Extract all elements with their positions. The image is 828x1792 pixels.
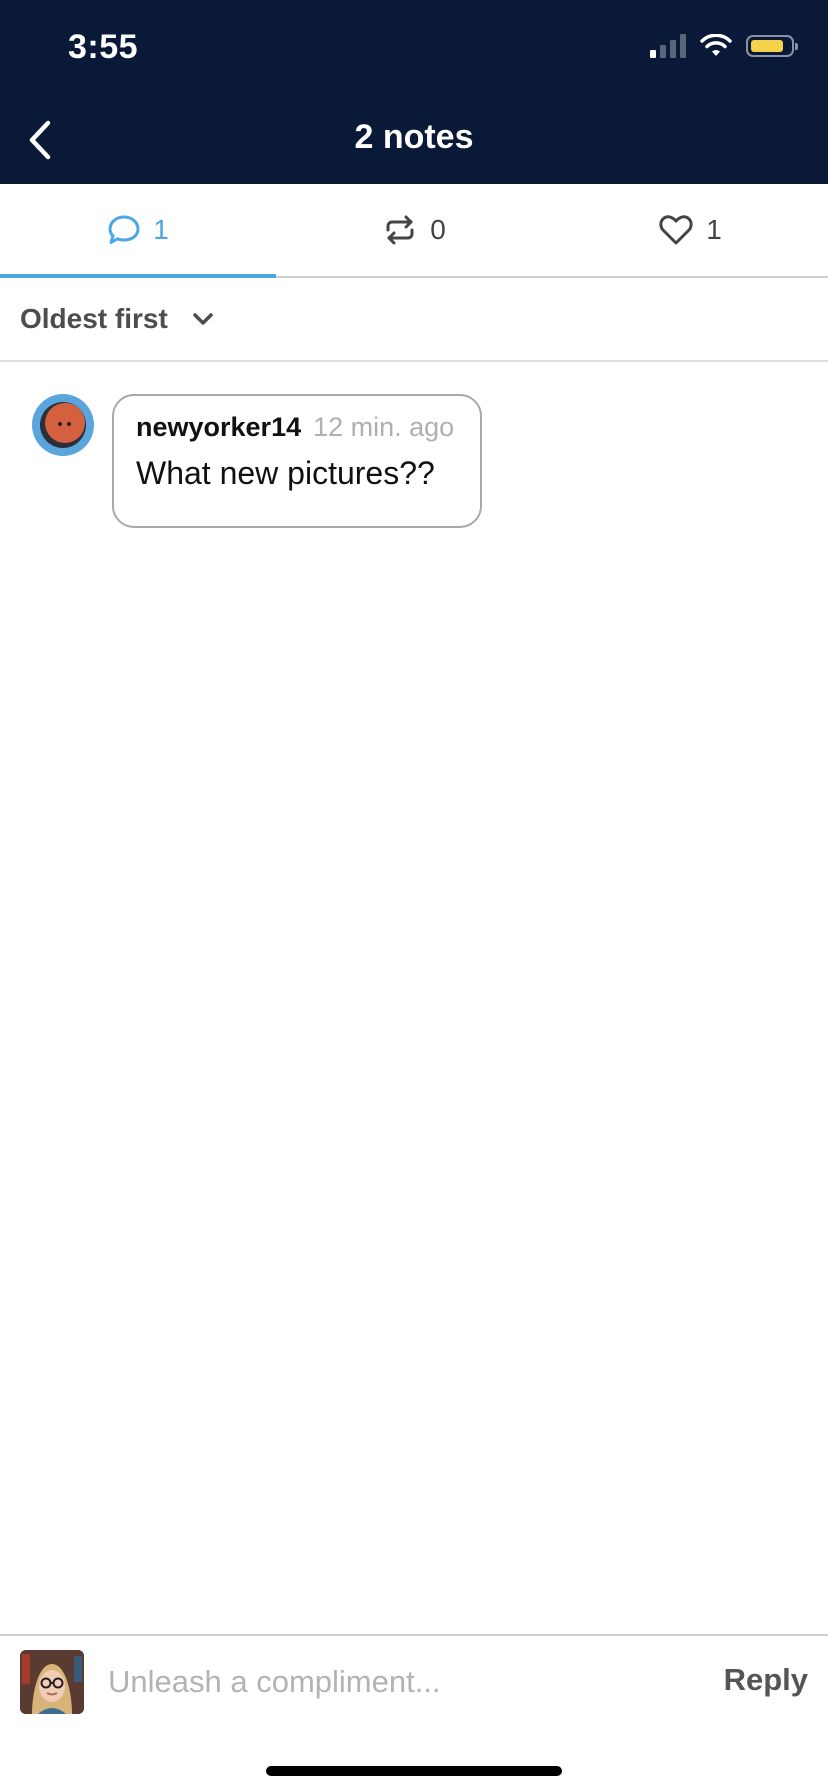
page-title: 2 notes	[354, 118, 474, 156]
heart-icon	[659, 215, 693, 245]
comment-timestamp: 12 min. ago	[313, 412, 455, 442]
sort-label: Oldest first	[20, 303, 168, 334]
comment-icon	[108, 215, 140, 244]
battery-icon	[746, 35, 798, 57]
reply-input[interactable]	[108, 1654, 668, 1710]
comment-text: What new pictures??	[136, 455, 435, 491]
home-indicator[interactable]	[266, 1766, 562, 1776]
comment-header: newyorker14 12 min. ago	[136, 412, 458, 443]
wifi-icon	[700, 34, 732, 56]
current-user-avatar	[20, 1650, 84, 1714]
comment-username[interactable]: newyorker14	[136, 412, 301, 443]
reblog-icon	[386, 215, 414, 245]
notes-tabs: 1 0 1	[0, 184, 828, 278]
status-icons	[650, 34, 798, 58]
avatar[interactable]	[32, 394, 94, 456]
reply-button[interactable]: Reply	[724, 1662, 808, 1698]
cellular-signal-icon	[650, 34, 686, 58]
sort-dropdown[interactable]: Oldest first	[0, 278, 828, 362]
comment-bubble: newyorker14 12 min. ago What new picture…	[112, 394, 482, 528]
replies-count: 1	[153, 214, 169, 245]
tab-reblogs[interactable]: 0	[276, 184, 552, 276]
status-time: 3:55	[68, 28, 139, 66]
header: 3:55 2 notes	[0, 0, 828, 184]
tab-replies[interactable]: 1	[0, 184, 276, 278]
likes-count: 1	[706, 214, 722, 245]
reblogs-count: 0	[430, 214, 446, 245]
chevron-down-icon	[193, 313, 213, 325]
user-avatar-icon	[40, 402, 86, 448]
user-photo-icon	[20, 1650, 84, 1714]
tab-likes[interactable]: 1	[552, 184, 828, 276]
